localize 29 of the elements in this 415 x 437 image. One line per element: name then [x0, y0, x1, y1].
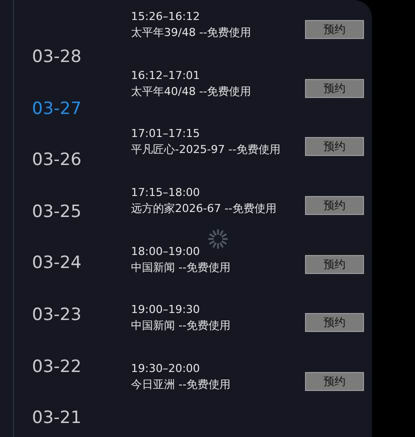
reserve-button[interactable]: 预约: [305, 196, 364, 216]
date-tab[interactable]: 03-24: [32, 237, 131, 289]
date-tab[interactable]: 03-22: [32, 340, 131, 392]
program-time: 19:00–19:30: [131, 303, 201, 316]
program-title: 平凡匠心-2025-97 --免费使用: [131, 142, 280, 158]
program-time: 18:00–19:00: [131, 244, 201, 258]
reserve-button[interactable]: 预约: [305, 254, 364, 274]
date-tab[interactable]: 03-25: [32, 186, 131, 238]
reserve-button[interactable]: 预约: [305, 78, 364, 98]
program-title: 太平年39/48 --免费使用: [131, 25, 252, 40]
date-tab[interactable]: 03-28: [32, 31, 131, 83]
program-time: 17:01–17:15: [131, 127, 201, 140]
reserve-button[interactable]: 预约: [305, 20, 364, 39]
program-title: 今日亚洲 --免费使用: [131, 377, 230, 392]
reserve-button[interactable]: 预约: [305, 313, 364, 332]
program-time: 17:15–18:00: [131, 186, 201, 200]
date-tab[interactable]: 03-27: [32, 82, 131, 134]
reserve-button[interactable]: 预约: [305, 137, 364, 156]
program-time: 15:26–16:12: [131, 10, 201, 23]
program-title: 中国新闻 --免费使用: [131, 318, 230, 334]
program-title: 中国新闻 --免费使用: [131, 260, 230, 275]
date-tab[interactable]: 03-23: [32, 288, 131, 341]
program-time: 19:30–20:00: [131, 362, 201, 376]
date-tab[interactable]: 03-21: [32, 392, 131, 437]
program-time: 16:12–17:01: [131, 68, 201, 82]
reserve-button[interactable]: 预约: [305, 372, 364, 392]
program-title: 太平年40/48 --免费使用: [131, 84, 252, 99]
program-title: 远方的家2026-67 --免费使用: [131, 201, 276, 216]
date-tab[interactable]: 03-26: [32, 134, 131, 186]
